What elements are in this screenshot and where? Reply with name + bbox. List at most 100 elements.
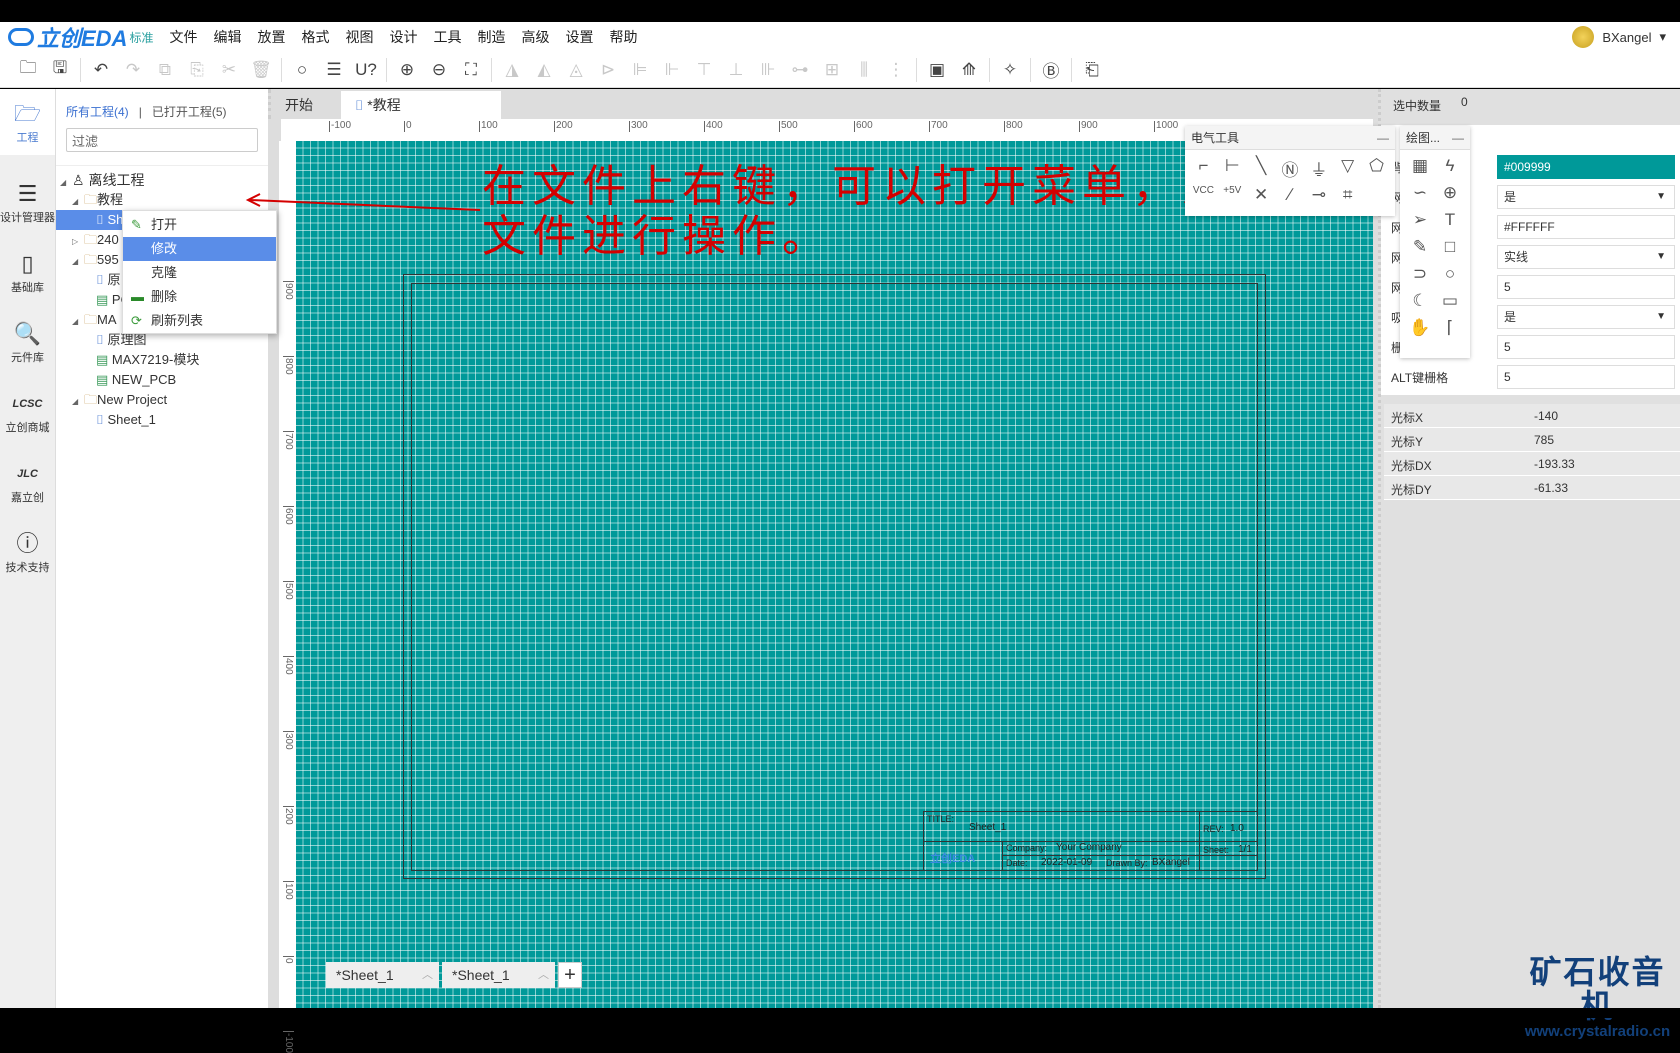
probe-icon[interactable]: ∕ xyxy=(1278,185,1303,205)
rail-lcsc[interactable]: LCSC 立创商城 xyxy=(0,389,55,435)
schematic-canvas[interactable]: TITLE: Sheet_1 REV: 1.0 立创EDA Company: Y… xyxy=(296,141,1373,1008)
menu-format[interactable]: 格式 xyxy=(293,27,337,47)
snap-size-input[interactable]: 5 xyxy=(1497,335,1675,359)
line-icon[interactable]: ╲ xyxy=(1249,156,1274,181)
menu-item-delete[interactable]: ▬ 删除 xyxy=(123,285,276,309)
align-top-icon[interactable]: ⊤ xyxy=(688,60,720,80)
align-right-icon[interactable]: ⊩ xyxy=(656,60,688,80)
rail-jlc[interactable]: JLC 嘉立创 xyxy=(0,459,55,505)
menu-item-refresh[interactable]: ⟳ 刷新列表 xyxy=(123,309,276,333)
tab-tutorial[interactable]: ⌷ *教程 xyxy=(341,91,501,119)
menu-place[interactable]: 放置 xyxy=(249,27,293,47)
snap-select[interactable]: 是 ▼ xyxy=(1497,305,1675,329)
no-connect-icon[interactable]: ✕ xyxy=(1249,185,1274,205)
menu-help[interactable]: 帮助 xyxy=(601,27,645,47)
flip-vertical-icon[interactable]: ⊳ xyxy=(592,60,624,80)
pin-icon[interactable]: ⊸ xyxy=(1306,185,1331,205)
rail-design-manager[interactable]: ☰ 设计管理器 xyxy=(0,179,55,225)
annotate-icon[interactable]: U? xyxy=(350,60,382,80)
rotate-right-icon[interactable]: ◭ xyxy=(528,60,560,80)
tree-root[interactable]: ◢ ♙ 离线工程 xyxy=(56,170,268,190)
rail-support[interactable]: ⓘ 技术支持 xyxy=(0,529,55,575)
filter-input[interactable]: 过滤 xyxy=(66,128,258,152)
sheet-tab[interactable]: *Sheet_1 ︿ xyxy=(442,962,555,988)
undo-icon[interactable]: ↶ xyxy=(85,60,117,80)
pencil-icon[interactable]: ✎ xyxy=(1406,237,1434,257)
text-icon[interactable]: T xyxy=(1436,210,1464,230)
circle-icon[interactable]: ○ xyxy=(1436,264,1464,284)
menu-design[interactable]: 设计 xyxy=(381,27,425,47)
menu-fabrication[interactable]: 制造 xyxy=(469,27,513,47)
tab-all-projects[interactable]: 所有工程(4) xyxy=(66,105,129,119)
flip-horizontal-icon[interactable]: ◬ xyxy=(560,60,592,80)
paste-icon[interactable]: ⎘ xyxy=(181,60,213,80)
ground-icon[interactable]: ⏚ xyxy=(1306,156,1331,181)
menu-item-open[interactable]: ✎ 打开 xyxy=(123,213,276,237)
menu-view[interactable]: 视图 xyxy=(337,27,381,47)
zoom-out-icon[interactable]: ⊖ xyxy=(423,60,455,80)
add-sheet-button[interactable]: + xyxy=(558,962,582,988)
distribute-h-icon[interactable]: ⫼ xyxy=(848,60,880,80)
tab-start[interactable]: 开始 xyxy=(271,91,327,119)
image-icon[interactable]: ▭ xyxy=(1436,291,1464,311)
user-menu[interactable]: BXangel ▾ xyxy=(1572,26,1666,48)
group-icon[interactable]: ⌗ xyxy=(1335,185,1360,205)
zoom-in-icon[interactable]: ⊕ xyxy=(391,60,423,80)
rail-component-library[interactable]: 🔍 元件库 xyxy=(0,319,55,365)
align-left-icon[interactable]: ⊫ xyxy=(624,60,656,80)
bom-icon[interactable]: Ⓑ xyxy=(1035,57,1067,82)
menu-tools[interactable]: 工具 xyxy=(425,27,469,47)
copy-icon[interactable]: ⧉ xyxy=(149,60,181,80)
distribute-v-icon[interactable]: ⋮ xyxy=(880,60,912,80)
arc-plus-icon[interactable]: ⊕ xyxy=(1436,183,1464,203)
dimension-icon[interactable]: ⌈ xyxy=(1436,318,1464,338)
chevron-up-icon[interactable]: ︿ xyxy=(538,962,549,988)
fit-icon[interactable]: ⛶ xyxy=(455,60,487,80)
search-icon[interactable]: ○ xyxy=(286,60,318,80)
rail-basic-library[interactable]: ▯ 基础库 xyxy=(0,249,55,295)
redo-icon[interactable]: ↷ xyxy=(117,60,149,80)
gnd-triangle-icon[interactable]: ▽ xyxy=(1335,156,1360,181)
bus-icon[interactable]: ⊢ xyxy=(1220,156,1245,181)
table-icon[interactable]: ▦ xyxy=(1406,156,1434,176)
open-icon[interactable]: 🗀 xyxy=(12,55,44,84)
minimize-button[interactable]: — xyxy=(1377,126,1389,150)
arrow-icon[interactable]: ➢ xyxy=(1406,210,1434,230)
vcc-icon[interactable]: VCC xyxy=(1191,185,1216,205)
menu-advanced[interactable]: 高级 xyxy=(513,27,557,47)
grid-color-input[interactable]: #FFFFFF xyxy=(1497,215,1675,239)
layers-icon[interactable]: ⟰ xyxy=(953,60,985,80)
menu-item-clone[interactable]: 克隆 xyxy=(123,261,276,285)
rectangle-icon[interactable]: □ xyxy=(1436,237,1464,257)
grid-size-input[interactable]: 5 xyxy=(1497,275,1675,299)
hand-icon[interactable]: ✋ xyxy=(1406,318,1434,338)
magic-wand-icon[interactable]: ✧ xyxy=(994,60,1026,80)
menu-item-modify[interactable]: 修改 xyxy=(123,237,276,261)
rail-project[interactable]: 🗁 工程 xyxy=(0,89,55,155)
polygon-icon[interactable]: ⊃ xyxy=(1406,264,1434,284)
net-port-icon[interactable]: ⬠ xyxy=(1364,156,1389,181)
convert-pcb-icon[interactable]: ⎗ xyxy=(1076,60,1108,80)
grid-visible-select[interactable]: 是 ▼ xyxy=(1497,185,1675,209)
trash-icon[interactable]: 🗑 xyxy=(245,60,277,80)
align-center-v-icon[interactable]: ⊶ xyxy=(784,60,816,80)
tree-file[interactable]: ▤ NEW_PCB xyxy=(56,370,268,390)
bezier-icon[interactable]: ∽ xyxy=(1406,183,1434,203)
lightning-icon[interactable]: ϟ xyxy=(1436,156,1464,176)
menu-edit[interactable]: 编辑 xyxy=(205,27,249,47)
background-color-input[interactable]: #009999 xyxy=(1497,155,1675,179)
plus5v-icon[interactable]: +5V xyxy=(1220,185,1245,205)
align-grid-icon[interactable]: ⊞ xyxy=(816,60,848,80)
align-center-h-icon[interactable]: ⊪ xyxy=(752,60,784,80)
cut-icon[interactable]: ✂ xyxy=(213,60,245,80)
grid-style-select[interactable]: 实线 ▼ xyxy=(1497,245,1675,269)
menu-settings[interactable]: 设置 xyxy=(557,27,601,47)
rotate-left-icon[interactable]: ◮ xyxy=(496,60,528,80)
tab-open-projects[interactable]: 已打开工程(5) xyxy=(152,105,227,119)
minimize-button[interactable]: — xyxy=(1452,126,1464,150)
tree-file[interactable]: ⌷ Sheet_1 xyxy=(56,410,268,430)
menu-file[interactable]: 文件 xyxy=(161,27,205,47)
pie-icon[interactable]: ☾ xyxy=(1406,291,1434,311)
save-icon[interactable]: 🖫 xyxy=(44,55,76,84)
tree-project[interactable]: ◢ 🗀教程 xyxy=(56,190,268,210)
